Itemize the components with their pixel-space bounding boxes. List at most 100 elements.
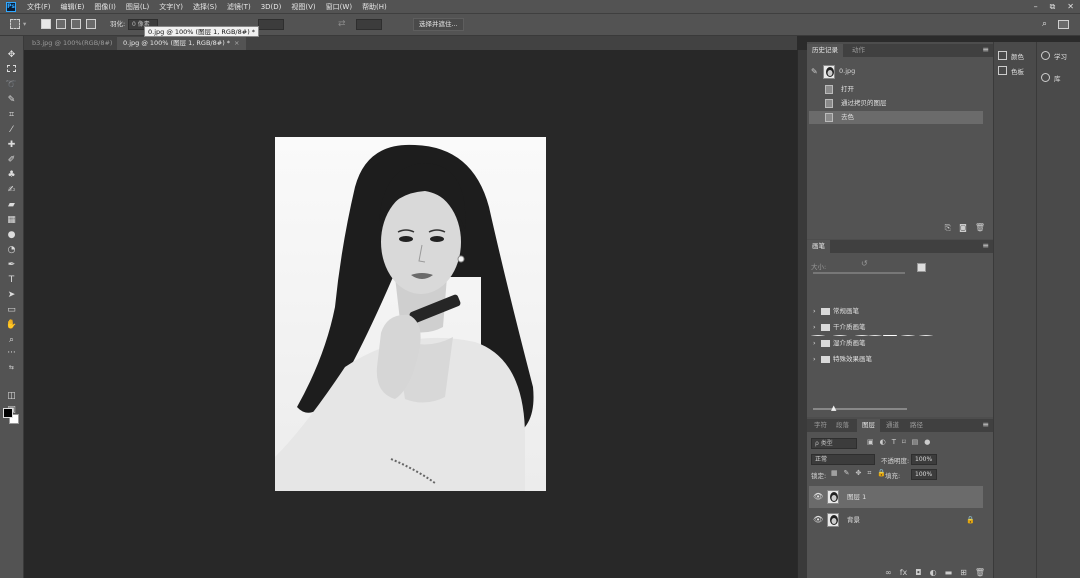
- document-canvas-image[interactable]: [275, 137, 546, 491]
- history-step[interactable]: 通过拷贝的图层: [809, 97, 983, 110]
- brush-folder[interactable]: › 特殊效果画笔: [809, 352, 983, 367]
- marquee-preset-icon[interactable]: [10, 19, 20, 29]
- history-step-selected[interactable]: 去色: [809, 111, 983, 124]
- swatches-panel-button[interactable]: 色板: [998, 65, 1024, 79]
- blend-mode-select[interactable]: 正常: [811, 454, 875, 465]
- fill-input[interactable]: 100%: [911, 469, 937, 480]
- filter-type-icon[interactable]: T: [892, 438, 896, 446]
- lock-artboard-icon[interactable]: ⌗: [867, 469, 871, 478]
- lock-position-icon[interactable]: ✥: [856, 469, 862, 478]
- tab-paths[interactable]: 路径: [905, 419, 928, 432]
- menu-view[interactable]: 视图(V): [286, 2, 320, 12]
- tab-history[interactable]: 历史记录: [807, 44, 843, 57]
- visibility-eye-icon[interactable]: 👁: [813, 509, 823, 531]
- filter-shape-icon[interactable]: ⌑: [902, 438, 906, 446]
- brush-settings-icon[interactable]: [917, 263, 926, 272]
- history-step[interactable]: 打开: [809, 83, 983, 96]
- slider-handle-icon[interactable]: ▲: [831, 404, 836, 412]
- filter-smart-object-icon[interactable]: ▤: [912, 438, 919, 446]
- tab-actions[interactable]: 动作: [847, 44, 870, 57]
- tab-layers[interactable]: 图层: [857, 419, 880, 432]
- move-tool-icon[interactable]: ✥: [5, 50, 18, 61]
- menu-edit[interactable]: 编辑(E): [56, 2, 90, 12]
- vertical-scrollbar[interactable]: [797, 50, 807, 578]
- learn-panel-button[interactable]: 学习: [1041, 50, 1067, 64]
- type-tool-icon[interactable]: T: [5, 275, 18, 286]
- close-tab-icon[interactable]: ×: [234, 39, 239, 47]
- opacity-input[interactable]: 100%: [911, 454, 937, 465]
- tab-brushes[interactable]: 画笔: [807, 240, 830, 253]
- menu-help[interactable]: 帮助(H): [357, 2, 392, 12]
- rectangular-marquee-tool-icon[interactable]: [5, 65, 18, 76]
- panel-menu-icon[interactable]: ≡: [982, 419, 989, 431]
- menu-layer[interactable]: 图层(L): [121, 2, 154, 12]
- select-and-mask-button[interactable]: 选择并遮住...: [413, 18, 464, 31]
- brush-tool-icon[interactable]: ✐: [5, 155, 18, 166]
- foreground-color-swatch[interactable]: [3, 408, 13, 418]
- healing-brush-tool-icon[interactable]: ✚: [5, 140, 18, 151]
- new-adjustment-icon[interactable]: ◐: [930, 568, 937, 577]
- add-to-selection-icon[interactable]: [56, 19, 66, 29]
- menu-type[interactable]: 文字(Y): [154, 2, 188, 12]
- preset-dropdown-chevron-icon[interactable]: ▾: [23, 18, 26, 31]
- layer-style-icon[interactable]: fx: [900, 568, 908, 577]
- clone-stamp-tool-icon[interactable]: ♣: [5, 170, 18, 181]
- lock-image-icon[interactable]: ✎: [844, 469, 850, 478]
- hand-tool-icon[interactable]: ✋: [5, 320, 18, 331]
- filter-toggle-icon[interactable]: ●: [924, 438, 930, 446]
- lock-transparent-icon[interactable]: ▦: [831, 469, 838, 478]
- new-document-from-state-icon[interactable]: ⎘: [945, 223, 951, 233]
- tab-channels[interactable]: 通道: [881, 419, 904, 432]
- lasso-tool-icon[interactable]: ➰: [5, 80, 18, 91]
- history-brush-source-icon[interactable]: ✎: [811, 67, 818, 76]
- zoom-tool-icon[interactable]: ⌕: [5, 335, 18, 346]
- width-input[interactable]: [258, 19, 284, 30]
- minimize-button[interactable]: –: [1034, 2, 1038, 12]
- menu-image[interactable]: 图像(I): [89, 2, 121, 12]
- history-brush-tool-icon[interactable]: ✍: [5, 185, 18, 196]
- brush-folder[interactable]: › 湿介质画笔: [809, 336, 983, 351]
- quick-mask-icon[interactable]: ◫: [5, 391, 18, 402]
- blur-tool-icon[interactable]: ●: [5, 230, 18, 241]
- close-button[interactable]: ✕: [1067, 2, 1074, 12]
- crop-tool-icon[interactable]: ⌗: [5, 110, 18, 121]
- height-input[interactable]: [356, 19, 382, 30]
- menu-3d[interactable]: 3D(D): [256, 3, 287, 11]
- dodge-tool-icon[interactable]: ◔: [5, 245, 18, 256]
- filter-adjustment-icon[interactable]: ◐: [880, 438, 886, 446]
- color-panel-button[interactable]: 颜色: [998, 50, 1024, 64]
- layer-filter-kind-select[interactable]: ρ 类型: [811, 438, 857, 449]
- brush-size-slider[interactable]: [813, 272, 905, 274]
- restore-button[interactable]: ⧉: [1050, 2, 1056, 12]
- new-layer-icon[interactable]: ⊞: [960, 568, 967, 577]
- delete-state-icon[interactable]: 🗑: [975, 223, 985, 233]
- more-tools-icon[interactable]: ···: [5, 348, 18, 359]
- search-icon[interactable]: ⌕: [1042, 18, 1047, 31]
- tab-character[interactable]: 字符: [809, 419, 832, 432]
- path-selection-tool-icon[interactable]: ➤: [5, 290, 18, 301]
- swap-dimensions-icon[interactable]: ⇄: [338, 18, 346, 31]
- gradient-tool-icon[interactable]: ▦: [5, 215, 18, 226]
- tab-document-0[interactable]: 0.jpg @ 100% (图层 1, RGB/8#) * ×: [117, 37, 246, 50]
- add-mask-icon[interactable]: ◘: [915, 568, 921, 577]
- menu-select[interactable]: 选择(S): [188, 2, 222, 12]
- eyedropper-tool-icon[interactable]: ⁄: [5, 125, 18, 136]
- layer-row[interactable]: 👁 背景 🔒: [809, 509, 983, 531]
- panel-menu-icon[interactable]: ≡: [982, 44, 989, 56]
- menu-filter[interactable]: 滤镜(T): [222, 2, 256, 12]
- visibility-eye-icon[interactable]: 👁: [813, 486, 823, 508]
- swap-colors-icon[interactable]: ⇆: [5, 362, 18, 373]
- brush-preview-size-slider[interactable]: [813, 408, 907, 410]
- libraries-panel-button[interactable]: 库: [1041, 72, 1061, 86]
- workspace-icon[interactable]: [1058, 20, 1069, 29]
- menu-file[interactable]: 文件(F): [22, 2, 56, 12]
- brush-folder[interactable]: › 干介质画笔: [809, 320, 983, 335]
- eraser-tool-icon[interactable]: ▰: [5, 200, 18, 211]
- rectangle-tool-icon[interactable]: ▭: [5, 305, 18, 316]
- snapshot-camera-icon[interactable]: ◙: [959, 223, 967, 233]
- subtract-from-selection-icon[interactable]: [71, 19, 81, 29]
- panel-menu-icon[interactable]: ≡: [982, 240, 989, 252]
- filter-pixel-icon[interactable]: ▣: [867, 438, 874, 446]
- reset-angle-icon[interactable]: ↺: [861, 259, 868, 268]
- new-selection-icon[interactable]: [41, 19, 51, 29]
